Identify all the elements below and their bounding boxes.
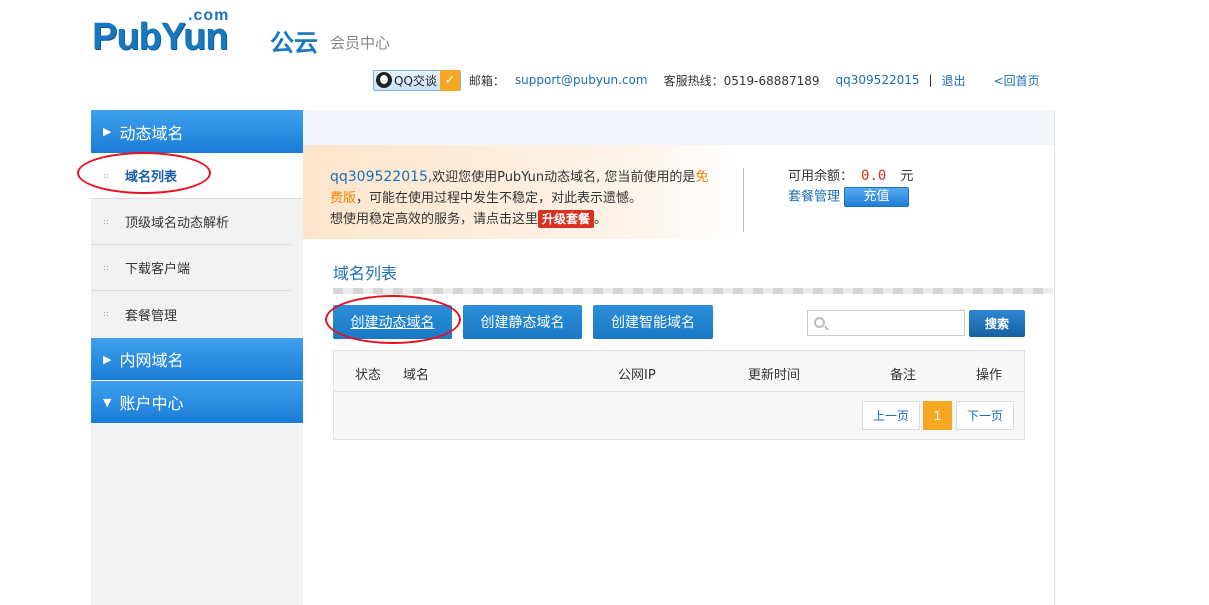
logo-cn: 公云	[270, 29, 318, 57]
highlight-circle	[77, 152, 211, 194]
sidebar-section-dynamic-domain[interactable]: ▶ 动态域名	[91, 110, 303, 153]
search-button[interactable]: 搜索	[969, 310, 1025, 337]
column-remark: 备注	[890, 368, 917, 383]
recharge-button[interactable]: 充值	[844, 187, 910, 207]
current-page-button[interactable]: 1	[923, 401, 952, 430]
bullet-icon	[103, 311, 109, 317]
triangle-down-icon: ▼	[103, 395, 112, 409]
sidebar-section-account-center[interactable]: ▼ 账户中心	[91, 381, 303, 423]
create-static-domain-button[interactable]: 创建静态域名	[463, 305, 582, 339]
next-page-button[interactable]: 下一页	[956, 401, 1014, 430]
qq-chat-button[interactable]: QQ交谈 ✓	[373, 69, 461, 91]
domain-table: 状态 域名 公网IP 更新时间 备注 操作 上一页 1 下一页	[333, 350, 1025, 440]
upgrade-plan-button[interactable]: 升级套餐	[538, 210, 595, 228]
logout-link[interactable]: 退出	[942, 72, 966, 89]
email-link[interactable]: support@pubyun.com	[515, 73, 648, 87]
welcome-text-2: ，可能在使用过程中发生不稳定，对此表示遗憾。	[356, 191, 643, 206]
qq-icon	[376, 72, 392, 88]
balance-value: 0.0	[861, 168, 887, 184]
sidebar-section-intranet-domain[interactable]: ▶ 内网域名	[91, 338, 303, 380]
sidebar-item-download-client[interactable]: 下载客户端	[91, 245, 291, 291]
sidebar-item-plan-management[interactable]: 套餐管理	[91, 291, 291, 337]
bullet-icon	[103, 264, 109, 271]
balance-unit: 元	[900, 169, 914, 184]
create-smart-domain-button[interactable]: 创建智能域名	[593, 305, 713, 339]
column-public-ip: 公网IP	[618, 368, 656, 383]
home-link[interactable]: <回首页	[994, 72, 1040, 89]
sidebar-section-label: 内网域名	[119, 351, 184, 370]
qq-chat-label: QQ交谈	[394, 73, 437, 88]
welcome-text-3: 想使用稳定高效的服务，请点击这里	[330, 212, 539, 227]
dashed-divider	[333, 288, 1053, 294]
search-input[interactable]	[807, 310, 965, 336]
separator: |	[928, 73, 933, 87]
table-header: 状态 域名 公网IP 更新时间 备注 操作	[334, 351, 1024, 392]
welcome-username: qq309522015	[330, 169, 428, 185]
column-update-time: 更新时间	[748, 368, 801, 383]
page-title: 域名列表	[333, 264, 398, 283]
sidebar-item-label: 顶级域名动态解析	[125, 216, 230, 231]
hotline-text: 客服热线：0519-68887189	[663, 73, 820, 88]
welcome-banner: qq309522015,欢迎您使用PubYun动态域名, 您当前使用的是免 费版…	[303, 145, 743, 239]
sidebar-item-label: 下载客户端	[125, 262, 191, 277]
highlight-circle	[325, 295, 461, 344]
prev-page-button[interactable]: 上一页	[862, 401, 920, 430]
sidebar-section-label: 账户中心	[119, 394, 184, 413]
sidebar-section-label: 动态域名	[119, 123, 184, 143]
main-top-strip	[303, 110, 1054, 145]
balance-label: 可用余额：	[788, 169, 854, 184]
sidebar-item-top-domain-resolve[interactable]: 顶级域名动态解析	[91, 199, 291, 245]
balance-panel: 可用余额： 0.0 元 套餐管理 充值	[788, 166, 913, 208]
logo-brand: PubYun	[92, 16, 228, 58]
welcome-text-end: 。	[594, 212, 608, 227]
triangle-right-icon: ▶	[103, 125, 112, 138]
column-action: 操作	[976, 368, 1003, 383]
column-status: 状态	[355, 368, 382, 383]
sidebar-item-label: 套餐管理	[125, 308, 178, 324]
free-plan-text-1: 免	[695, 170, 709, 185]
username-link[interactable]: qq309522015	[836, 73, 920, 87]
pubyun-logo[interactable]: .com PubYun 公云 会员中心	[92, 7, 402, 58]
top-bar: QQ交谈 ✓ 邮箱： support@pubyun.com 客服热线：0519-…	[373, 69, 1040, 91]
bullet-icon	[103, 218, 109, 225]
plan-management-link[interactable]: 套餐管理	[788, 190, 840, 205]
free-plan-text-2: 费版	[330, 191, 357, 206]
email-label: 邮箱：	[468, 73, 505, 88]
checkmark-icon: ✓	[439, 69, 460, 91]
search-icon	[814, 317, 825, 328]
logo-subtitle: 会员中心	[330, 34, 391, 52]
triangle-right-icon: ▶	[103, 352, 112, 366]
column-domain: 域名	[403, 368, 430, 383]
welcome-text: ,欢迎您使用PubYun动态域名, 您当前使用的是	[427, 170, 696, 185]
divider	[743, 168, 744, 232]
main-panel: qq309522015,欢迎您使用PubYun动态域名, 您当前使用的是免 费版…	[303, 110, 1055, 605]
